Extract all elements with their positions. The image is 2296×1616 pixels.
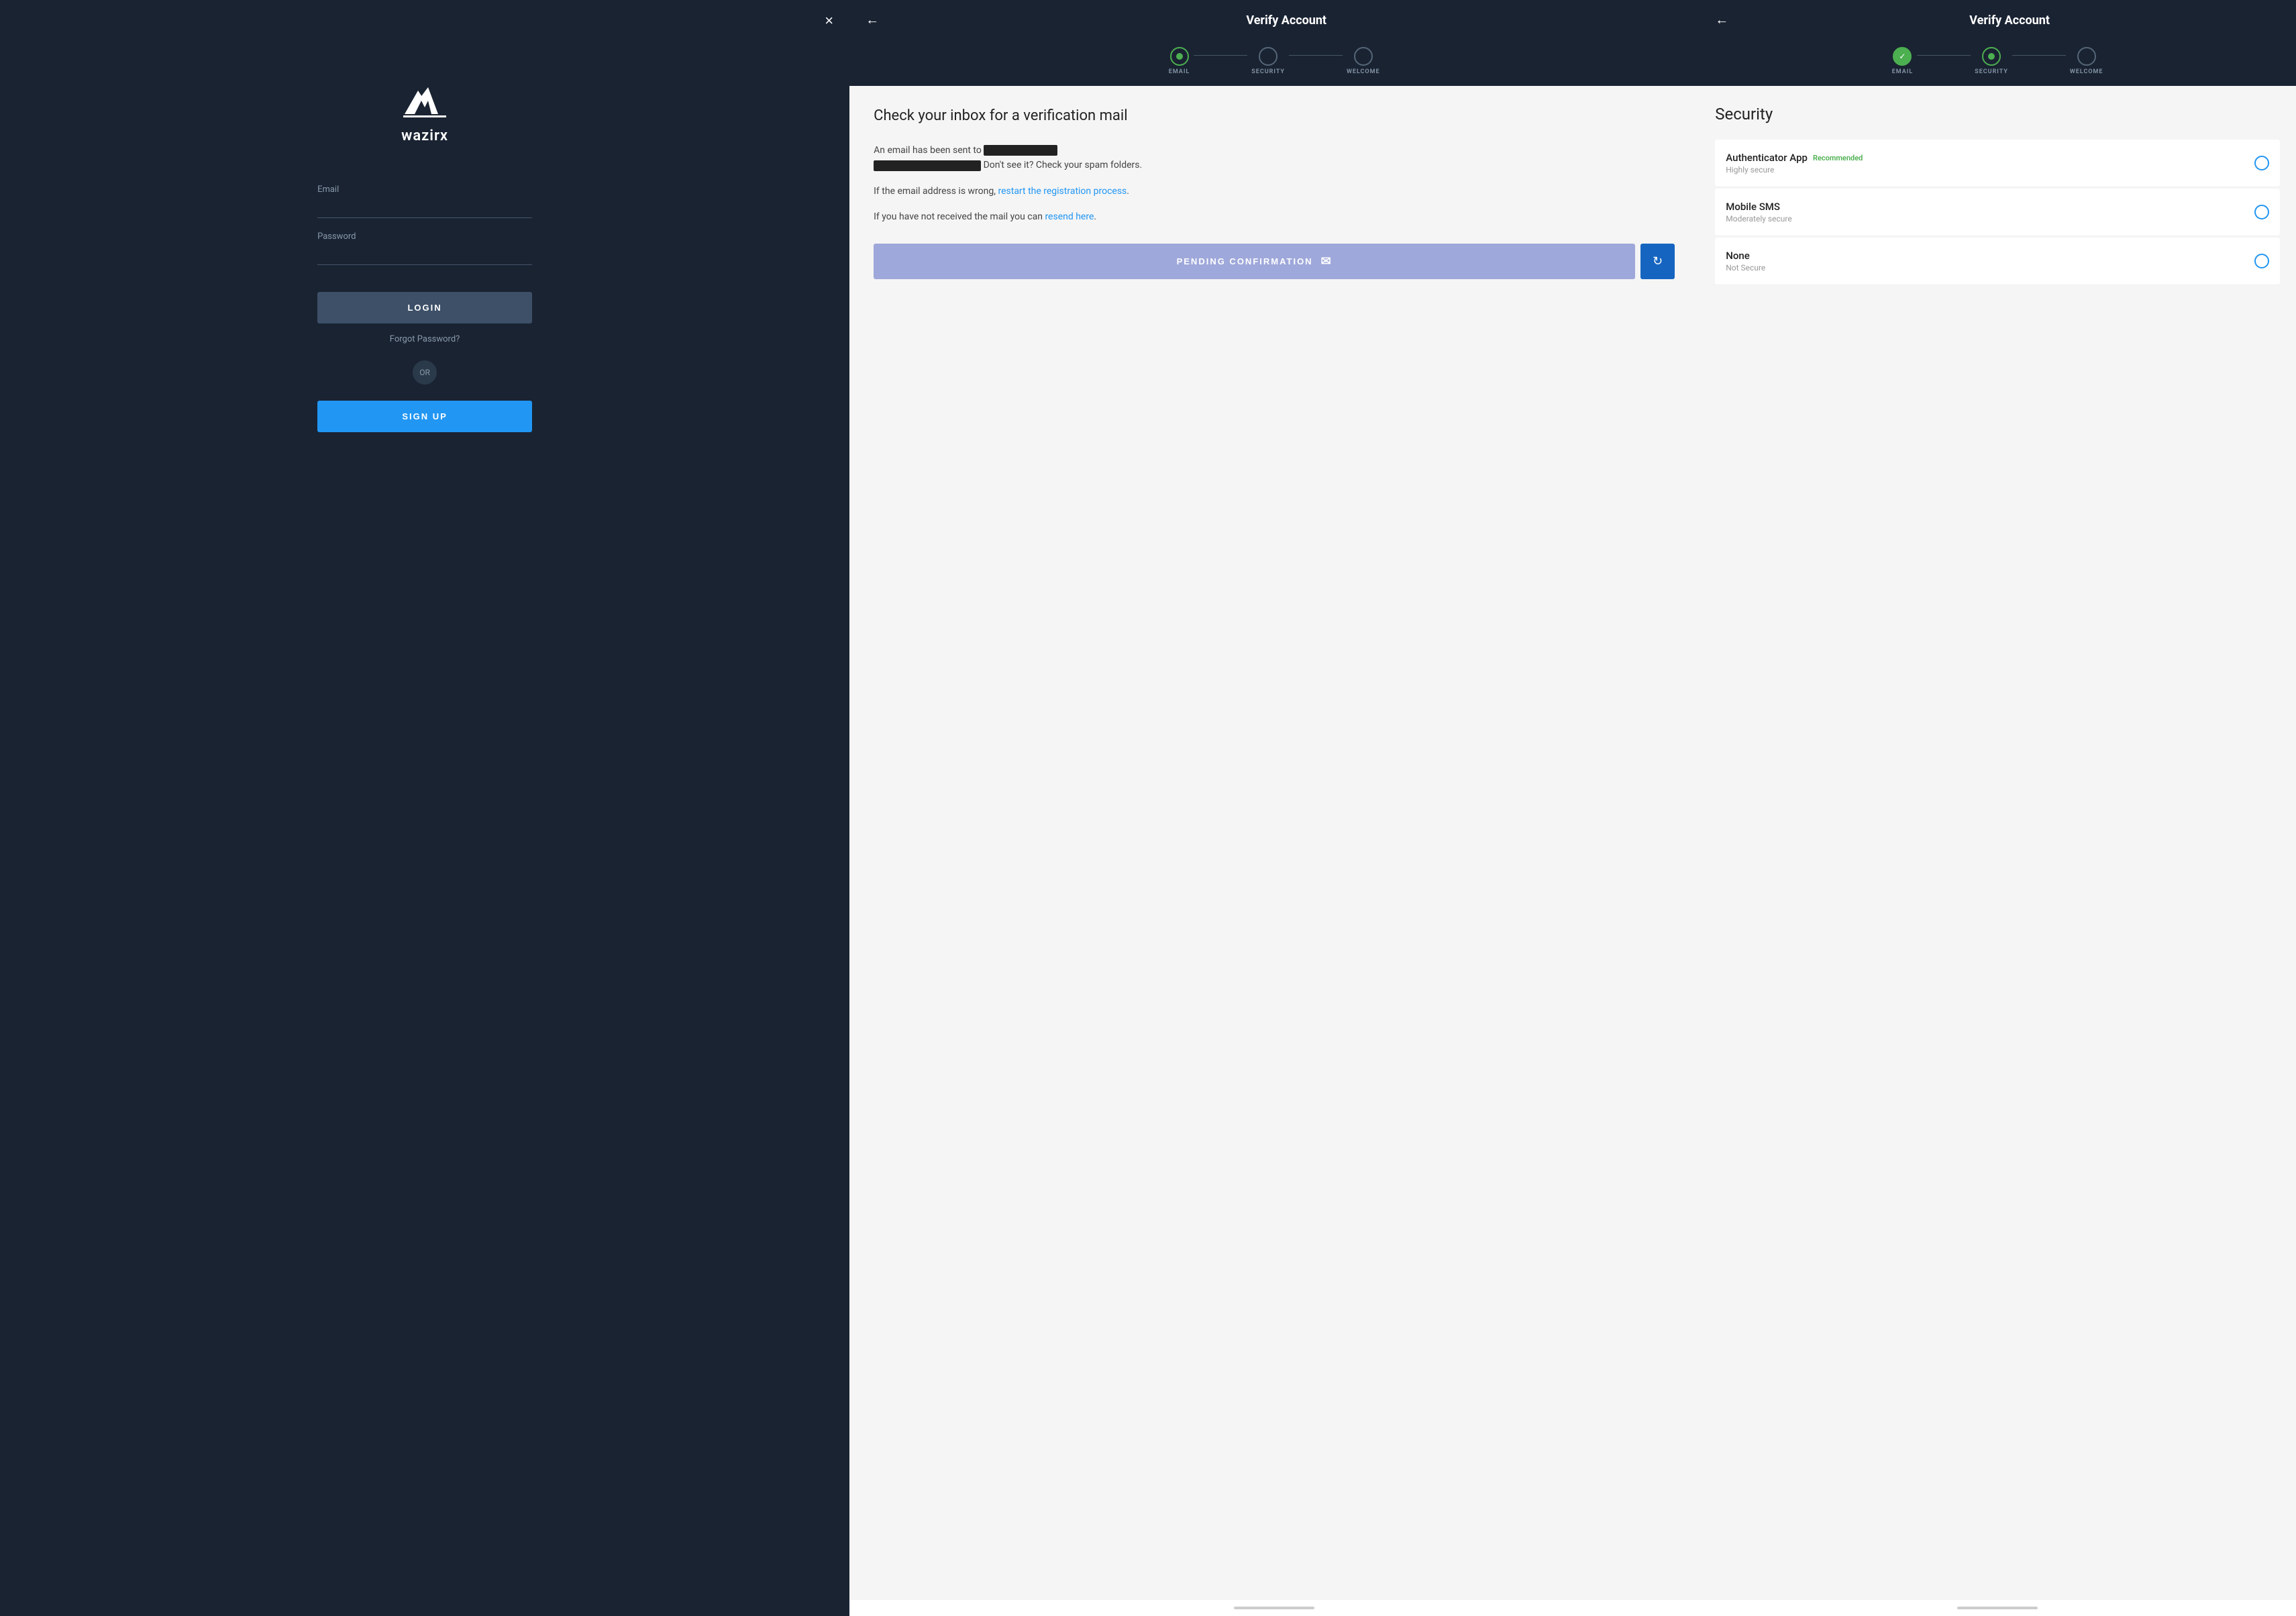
authenticator-title: Authenticator App Recommended: [1726, 152, 2254, 164]
sms-radio[interactable]: [2254, 205, 2269, 219]
verify-security-header: ← Verify Account: [1699, 0, 2296, 40]
email-icon: ✉: [1321, 254, 1333, 268]
sms-title-text: Mobile SMS: [1726, 201, 1780, 213]
close-button[interactable]: ×: [825, 13, 833, 28]
forgot-password-link[interactable]: Forgot Password?: [390, 334, 460, 344]
email-label: Email: [317, 185, 532, 195]
security-heading: Security: [1715, 105, 2280, 123]
desc1-suffix: Don't see it? Check your spam folders.: [984, 160, 1143, 170]
redacted-email-2: [874, 160, 981, 171]
authenticator-radio[interactable]: [2254, 156, 2269, 170]
resend-link[interactable]: resend here: [1045, 211, 1094, 222]
verify-email-title: Verify Account: [890, 13, 1683, 28]
pending-confirmation-button[interactable]: PENDING CONFIRMATION ✉: [874, 244, 1635, 279]
restart-link[interactable]: restart the registration process: [998, 186, 1127, 197]
sec-step-security: SECURITY: [1975, 47, 2008, 75]
authenticator-info: Authenticator App Recommended Highly sec…: [1726, 152, 2254, 174]
security-option-none[interactable]: None Not Secure: [1715, 238, 2280, 285]
sec-step-email-circle: ✓: [1893, 47, 1912, 66]
authenticator-subtitle: Highly secure: [1726, 165, 2254, 174]
recommended-badge: Recommended: [1813, 154, 1863, 162]
pending-btn-row: PENDING CONFIRMATION ✉ ↻: [874, 244, 1675, 279]
sec-step-welcome-label: WELCOME: [2070, 68, 2103, 75]
desc1-prefix: An email has been sent to: [874, 145, 984, 156]
checkmark-icon: ✓: [1899, 52, 1906, 61]
verify-security-back-button[interactable]: ←: [1715, 13, 1728, 28]
verify-security-panel: ← Verify Account ✓ EMAIL SECURITY WELCOM…: [1699, 0, 2296, 1616]
scroll-indicator-right: [1957, 1607, 2038, 1609]
or-label: OR: [413, 360, 437, 385]
verify-email-desc2: If the email address is wrong, restart t…: [874, 184, 1675, 199]
sec-step-security-label: SECURITY: [1975, 68, 2008, 75]
login-panel: × wazirx Email Password LOGIN Forgot Pas…: [0, 0, 849, 1616]
verify-email-back-button[interactable]: ←: [866, 13, 879, 28]
password-label: Password: [317, 232, 532, 242]
redacted-email-1: [984, 145, 1057, 156]
refresh-button[interactable]: ↻: [1640, 244, 1675, 279]
verify-security-steps: ✓ EMAIL SECURITY WELCOME: [1699, 40, 2296, 86]
none-title: None: [1726, 250, 2254, 262]
sec-step-welcome: WELCOME: [2070, 47, 2103, 75]
security-option-authenticator[interactable]: Authenticator App Recommended Highly sec…: [1715, 140, 2280, 187]
none-title-text: None: [1726, 250, 1750, 262]
logo-container: wazirx: [398, 81, 452, 144]
verify-email-panel: ← Verify Account EMAIL SECURITY WELCOME …: [849, 0, 1699, 1616]
verify-email-heading: Check your inbox for a verification mail: [874, 107, 1675, 124]
step-welcome: WELCOME: [1347, 47, 1380, 75]
security-content: Security Authenticator App Recommended H…: [1699, 86, 2296, 1600]
verify-email-steps: EMAIL SECURITY WELCOME: [849, 40, 1699, 86]
step-email: EMAIL: [1169, 47, 1190, 75]
or-divider: OR: [413, 360, 437, 385]
security-option-sms[interactable]: Mobile SMS Moderately secure: [1715, 189, 2280, 236]
step-welcome-circle: [1354, 47, 1373, 66]
signup-button[interactable]: SIGN UP: [317, 401, 532, 432]
pending-label: PENDING CONFIRMATION: [1177, 256, 1313, 266]
none-radio[interactable]: [2254, 254, 2269, 268]
sms-subtitle: Moderately secure: [1726, 214, 2254, 223]
password-input[interactable]: [317, 246, 532, 265]
verify-security-title: Verify Account: [1739, 13, 2280, 28]
email-form-group: Email: [317, 185, 532, 218]
sec-step-line-1: [1917, 55, 1971, 56]
none-subtitle: Not Secure: [1726, 263, 2254, 272]
step-line-1: [1194, 55, 1247, 56]
email-input[interactable]: [317, 199, 532, 218]
sec-step-line-2: [2012, 55, 2066, 56]
verify-email-desc1: An email has been sent to Don't see it? …: [874, 143, 1675, 173]
step-email-label: EMAIL: [1169, 68, 1190, 75]
step-welcome-label: WELCOME: [1347, 68, 1380, 75]
authenticator-title-text: Authenticator App: [1726, 152, 1808, 164]
step-email-circle: [1170, 47, 1189, 66]
sec-step-email: ✓ EMAIL: [1892, 47, 1914, 75]
none-info: None Not Secure: [1726, 250, 2254, 272]
sms-title: Mobile SMS: [1726, 201, 2254, 213]
sec-step-email-label: EMAIL: [1892, 68, 1914, 75]
sec-step-welcome-circle: [2077, 47, 2096, 66]
step-security-label: SECURITY: [1251, 68, 1285, 75]
sms-info: Mobile SMS Moderately secure: [1726, 201, 2254, 223]
step-line-2: [1289, 55, 1343, 56]
verify-email-desc3: If you have not received the mail you ca…: [874, 209, 1675, 224]
password-form-group: Password: [317, 232, 532, 265]
verify-email-header: ← Verify Account: [849, 0, 1699, 40]
scroll-indicator-middle: [1234, 1607, 1314, 1609]
step-security: SECURITY: [1251, 47, 1285, 75]
verify-email-content: Check your inbox for a verification mail…: [849, 86, 1699, 1600]
wazirx-logo: [398, 81, 452, 121]
sec-step-security-circle: [1982, 47, 2001, 66]
logo-text: wazirx: [401, 128, 448, 144]
login-button[interactable]: LOGIN: [317, 292, 532, 323]
step-security-circle: [1259, 47, 1277, 66]
